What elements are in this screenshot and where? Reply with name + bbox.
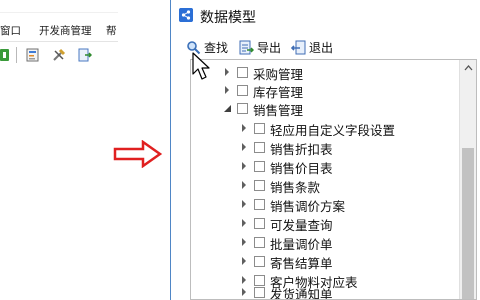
tree-node-purchase[interactable]: 采购管理 <box>191 63 461 82</box>
dialog-titlebar[interactable]: 数据模型 <box>171 0 480 33</box>
tree-label: 销售管理 <box>253 103 304 118</box>
data-model-app-icon <box>179 8 193 22</box>
expand-arrow-icon[interactable] <box>239 218 249 228</box>
tree-label: 销售条款 <box>270 180 321 195</box>
menu-item-help[interactable]: 帮 <box>106 23 117 38</box>
expand-arrow-icon[interactable] <box>239 142 249 152</box>
tree-label: 寄售结算单 <box>270 256 333 271</box>
tree-checkbox[interactable] <box>254 287 265 298</box>
tree-checkbox[interactable] <box>254 256 265 267</box>
exit-button[interactable]: 退出 <box>291 38 333 56</box>
expand-arrow-icon[interactable] <box>222 67 232 77</box>
menu-bar: 窗口 开发商管理 帮 <box>0 21 118 39</box>
menu-item-developer-management[interactable]: 开发商管理 <box>39 23 92 38</box>
info-icon[interactable] <box>0 48 14 62</box>
mouse-cursor-icon <box>192 52 210 80</box>
tree-checkbox[interactable] <box>237 67 248 78</box>
tree-node-sales-price-adjustment-plan[interactable]: 销售调价方案 <box>191 195 461 214</box>
tree-label: 销售价目表 <box>270 161 333 176</box>
document-icon[interactable] <box>26 48 40 62</box>
toolbar-separator <box>16 47 17 63</box>
tree-checkbox[interactable] <box>237 85 248 96</box>
tree-label: 销售调价方案 <box>270 199 346 214</box>
dialog-title: 数据模型 <box>200 10 256 26</box>
dialog-toolbar: 查找 导出 退出 <box>171 36 480 58</box>
tree-checkbox[interactable] <box>254 218 265 229</box>
tree-node-inventory[interactable]: 库存管理 <box>191 81 461 100</box>
expand-arrow-icon[interactable] <box>239 180 249 190</box>
data-model-dialog: 数据模型 查找 导出 退出 采购管理 库存管理 销售管理 轻应用自定义字段设置 … <box>170 0 480 300</box>
tree-node-batch-price-adjustment[interactable]: 批量调价单 <box>191 233 461 252</box>
divider <box>0 12 118 13</box>
tree-checkbox[interactable] <box>254 199 265 210</box>
tree-node-sales-discount[interactable]: 销售折扣表 <box>191 138 461 157</box>
expand-arrow-icon[interactable] <box>239 256 249 266</box>
tree-checkbox[interactable] <box>254 180 265 191</box>
chevron-up-icon <box>464 65 472 71</box>
tree-label: 批量调价单 <box>270 237 333 252</box>
export-button[interactable]: 导出 <box>239 38 281 56</box>
tree-node-light-app-custom-fields[interactable]: 轻应用自定义字段设置 <box>191 119 461 138</box>
expand-arrow-icon[interactable] <box>222 85 232 95</box>
tree-node-consignment-settlement[interactable]: 寄售结算单 <box>191 252 461 271</box>
toolbar-divider <box>0 41 118 42</box>
menu-item-window[interactable]: 窗口 <box>0 23 21 38</box>
exit-icon <box>291 40 306 54</box>
expand-arrow-icon[interactable] <box>239 287 249 297</box>
tree-checkbox[interactable] <box>254 161 265 172</box>
tree-checkbox[interactable] <box>254 237 265 248</box>
tree-node-delivery-notice[interactable]: 发货通知单 <box>191 283 461 300</box>
expand-arrow-icon[interactable] <box>239 237 249 247</box>
tree-checkbox[interactable] <box>254 123 265 134</box>
red-arrow-icon <box>113 140 163 168</box>
tree-checkbox[interactable] <box>237 103 248 114</box>
expand-arrow-icon[interactable] <box>239 123 249 133</box>
tree-node-sales[interactable]: 销售管理 <box>191 99 461 118</box>
export-icon <box>239 40 254 54</box>
tree-node-available-quantity-query[interactable]: 可发量查询 <box>191 214 461 233</box>
exit-button-label: 退出 <box>309 40 334 55</box>
tree-label: 发货通知单 <box>270 287 333 300</box>
scrollbar-thumb[interactable] <box>462 148 474 299</box>
collapse-arrow-icon[interactable] <box>222 103 232 113</box>
background-app-window: 窗口 开发商管理 帮 <box>0 0 118 300</box>
vertical-scrollbar[interactable] <box>459 60 476 299</box>
tree-node-sales-terms[interactable]: 销售条款 <box>191 176 461 195</box>
tree-checkbox[interactable] <box>254 142 265 153</box>
model-tree-panel[interactable]: 采购管理 库存管理 销售管理 轻应用自定义字段设置 销售折扣表 销售价目表 销售… <box>190 59 477 300</box>
tree-label: 可发量查询 <box>270 218 333 233</box>
tree-node-sales-price-list[interactable]: 销售价目表 <box>191 157 461 176</box>
tree-label: 销售折扣表 <box>270 142 333 157</box>
export-sheet-icon[interactable] <box>78 48 92 62</box>
expand-arrow-icon[interactable] <box>239 199 249 209</box>
expand-arrow-icon[interactable] <box>239 161 249 171</box>
tools-icon[interactable] <box>52 48 66 62</box>
tree-label: 轻应用自定义字段设置 <box>270 123 396 138</box>
scroll-up-button[interactable] <box>460 60 476 76</box>
export-button-label: 导出 <box>257 40 282 55</box>
